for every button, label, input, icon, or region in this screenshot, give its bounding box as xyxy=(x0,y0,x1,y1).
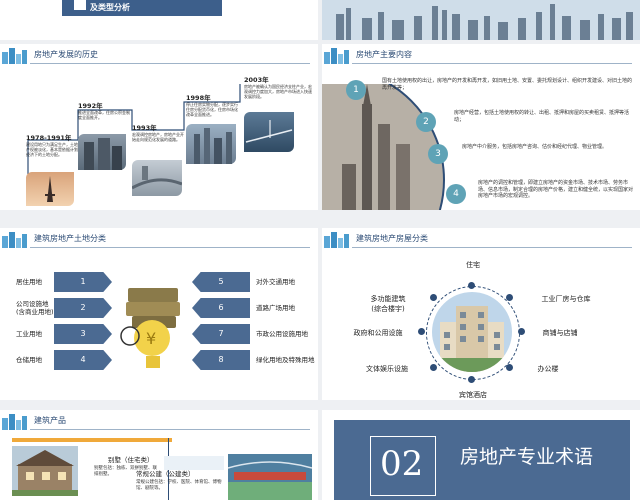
dot-top xyxy=(468,282,475,289)
subtitle: 及类型分析 xyxy=(90,3,130,12)
content-text: 房地产经营，包括土地使用权的转让、出租、抵押和房屋的买卖租赁、抵押等活动； xyxy=(454,110,630,123)
number-circle: 2 xyxy=(416,112,436,132)
content-text: 国有土地使用权的出让，房地产的开发和再开发，如旧用土地、安置、委托规划设计、组织… xyxy=(382,78,633,91)
year-label: 2003年 xyxy=(244,76,269,84)
land-pill-6: 6 xyxy=(192,298,250,318)
content-text: 房地产中介服务，包括房地产咨询、估价和经纪代理、物业管理。 xyxy=(462,144,608,150)
slide-section-02[interactable]: 02 房地产专业术语 xyxy=(322,410,640,500)
slide-title: 建筑产品 xyxy=(34,416,66,425)
timeline-1978: 1978-1991年 建设用地只为满足生产，土地产权被淡化，基本是依据计划经济下… xyxy=(26,132,80,157)
year-text: 宏观调控房地产，房地产业开始走向规范化发展的道路。 xyxy=(132,132,184,142)
slide-title: 建筑房地产房屋分类 xyxy=(356,234,428,243)
photo-highway-1993 xyxy=(131,160,183,196)
villa-title: 别墅（住宅类） xyxy=(108,456,154,464)
buildings-icon xyxy=(324,232,349,248)
land-label-7: 市政公用设施用地 xyxy=(256,330,308,338)
year-text: 建设用地只为满足生产，土地产权被淡化，基本是依据计划经济下的土地分配。 xyxy=(26,142,78,157)
dot-mid-left xyxy=(418,328,425,335)
buildings-icon xyxy=(324,48,349,64)
year-label: 1993年 xyxy=(132,124,157,132)
land-label-4: 仓储用地 xyxy=(16,356,42,364)
land-label-5: 对外交通用地 xyxy=(256,278,295,286)
land-pill-8: 8 xyxy=(192,350,250,370)
slide-building-products[interactable]: 建筑产品 别墅（住宅类） 别墅包括：独栋、双拼别墅、联排别墅。 常规公建（公建类… xyxy=(0,410,318,500)
dot-bottom-right xyxy=(506,364,513,371)
slide-housing-classification[interactable]: 建筑房地产房屋分类 住宅 多功能建筑 (综合楼宇) 工业厂房与仓库 政府和公用设… xyxy=(322,228,640,400)
category-hotel: 宾馆酒店 xyxy=(459,391,487,399)
stadium-photo xyxy=(228,454,312,500)
timeline-1998: 1998年 停止住房实物分配，逐步实行住房分配货币化，住房市场化改革全面推进。 xyxy=(186,92,240,117)
category-shops: 商铺与店铺 xyxy=(542,329,578,337)
dot-bottom-left xyxy=(430,364,437,371)
land-pill-5: 5 xyxy=(192,272,250,292)
title-rule xyxy=(30,247,310,248)
land-pill-2: 2 xyxy=(54,298,112,318)
slide-history[interactable]: 房地产发展的历史 1978-1991年 建设用地只为满足生产，土地产权被淡化，基… xyxy=(0,44,318,210)
category-office: 办公楼 xyxy=(537,365,559,373)
section-title: 房地产专业术语 xyxy=(460,446,594,468)
category-government: 政府和公用设施 xyxy=(353,329,403,337)
land-pill-7: 7 xyxy=(192,324,250,344)
land-label-2: 公司设施地 (含商业用地) xyxy=(16,300,54,316)
buildings-icon xyxy=(2,232,27,248)
land-label-6: 道路广场用地 xyxy=(256,304,295,312)
timeline-1993: 1993年 宏观调控房地产，房地产业开始走向规范化发展的道路。 xyxy=(132,122,186,142)
apartment-building-photo xyxy=(432,292,512,372)
title-banner xyxy=(62,0,222,16)
photo-buildings-1992 xyxy=(78,134,126,170)
slide-title: 建筑房地产土地分类 xyxy=(34,234,106,243)
category-multifunction: 多功能建筑 (综合楼宇) xyxy=(370,295,406,313)
slide-main-content[interactable]: 房地产主要内容 1 国有土地使用权的出让，房地产的开发和再开发，如旧用土地、安置… xyxy=(322,44,640,210)
title-rule xyxy=(352,63,632,64)
slide-top-right[interactable] xyxy=(322,0,640,40)
dot-mid-right xyxy=(518,328,525,335)
slide-title: 房地产主要内容 xyxy=(356,50,412,59)
photo-bridge-2003 xyxy=(244,112,294,152)
year-label: 1978-1991年 xyxy=(26,134,72,142)
title-rule xyxy=(30,429,310,430)
land-pill-3: 3 xyxy=(54,324,112,344)
number-circle: 3 xyxy=(428,144,448,164)
timeline-2003: 2003年 房地产被确认为国民经济支柱产业，宏观调控力度加大，房地产市场进入快速… xyxy=(244,74,314,99)
category-industrial: 工业厂房与仓库 xyxy=(541,295,591,303)
photo-city-1998 xyxy=(186,124,236,164)
dot-top-left xyxy=(430,294,437,301)
land-label-1: 居住用地 xyxy=(16,278,42,286)
land-pill-4: 4 xyxy=(54,350,112,370)
year-label: 1998年 xyxy=(186,94,211,102)
year-text: 房地产被确认为国民经济支柱产业，宏观调控力度加大，房地产市场进入快速发展阶段。 xyxy=(244,84,312,99)
photo-eiffel xyxy=(26,172,74,206)
land-label-3: 工业用地 xyxy=(16,330,42,338)
timeline-1992: 1992年 推进全面改革，住房公积金制度全面推开。 xyxy=(78,100,132,120)
dot-bottom xyxy=(468,376,475,383)
public-title: 常规公建（公建类） xyxy=(136,470,195,478)
land-label-8: 绿化用地及特殊用地 xyxy=(256,356,315,364)
category-entertainment: 文体娱乐设施 xyxy=(366,365,408,373)
slide-land-classification[interactable]: 建筑房地产土地分类 居住用地 1 公司设施地 (含商业用地) 2 工业用地 3 … xyxy=(0,228,318,400)
land-pill-1: 1 xyxy=(54,272,112,292)
section-number: 02 xyxy=(380,444,424,484)
number-circle: 1 xyxy=(346,80,366,100)
house-money-illustration: ¥ xyxy=(120,288,180,368)
year-text: 停止住房实物分配，逐步实行住房分配货币化，住房市场化改革全面推进。 xyxy=(186,102,238,117)
slide-top-left[interactable]: 及类型分析 xyxy=(0,0,318,40)
year-text: 推进全面改革，住房公积金制度全面推开。 xyxy=(78,110,130,120)
accent-stripe xyxy=(12,438,172,442)
number-circle: 4 xyxy=(446,184,466,204)
category-residential: 住宅 xyxy=(466,261,480,269)
svg-text:¥: ¥ xyxy=(146,329,156,348)
dot-top-right xyxy=(506,294,513,301)
villa-photo xyxy=(12,446,78,496)
title-rule xyxy=(352,247,632,248)
year-label: 1992年 xyxy=(78,102,103,110)
public-desc: 常规公建包括：学校、医院、体育馆、博物馆、剧院等。 xyxy=(136,480,222,491)
title-banner-notch xyxy=(74,0,86,10)
buildings-icon xyxy=(2,414,27,430)
city-skyline-image xyxy=(322,0,640,40)
content-text: 房地产的调控和管理，即建立房地产的资金市场、技术市场、劳务市场、信息市场，制定合… xyxy=(478,180,634,199)
